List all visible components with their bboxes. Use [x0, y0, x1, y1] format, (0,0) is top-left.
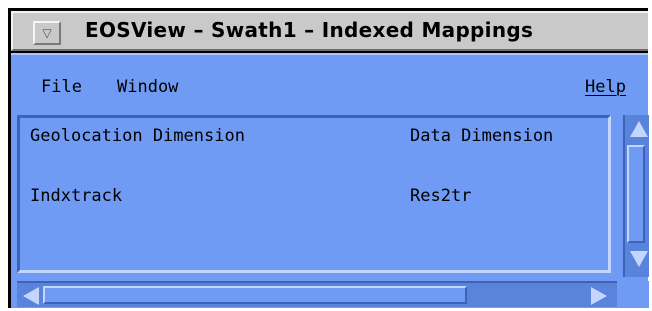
- scrollbar-corner: [617, 281, 649, 308]
- table-cell-data[interactable]: Res2tr: [410, 186, 471, 206]
- vertical-scroll-thumb[interactable]: [627, 145, 645, 243]
- menu-bar: File Window Help: [11, 53, 648, 113]
- menu-window[interactable]: Window: [117, 77, 178, 97]
- menu-help[interactable]: Help: [585, 77, 626, 97]
- horizontal-scrollbar[interactable]: [17, 281, 617, 307]
- column-header-geolocation-dimension: Geolocation Dimension: [30, 126, 245, 146]
- title-bar[interactable]: ▽ EOSView – Swath1 – Indexed Mappings: [11, 11, 648, 51]
- mappings-list[interactable]: Geolocation Dimension Data Dimension Ind…: [17, 115, 611, 273]
- menu-file[interactable]: File: [41, 77, 82, 97]
- client-area: File Window Help Geolocation Dimension D…: [11, 53, 649, 308]
- horizontal-scroll-thumb[interactable]: [43, 286, 467, 304]
- up-arrow-icon[interactable]: [630, 121, 648, 137]
- down-triangle-icon: ▽: [42, 26, 52, 40]
- right-arrow-icon[interactable]: [591, 287, 607, 305]
- window-title: EOSView – Swath1 – Indexed Mappings: [85, 18, 534, 42]
- table-cell-geolocation[interactable]: Indxtrack: [30, 186, 122, 206]
- vertical-scrollbar[interactable]: [623, 115, 649, 277]
- window-menu-button[interactable]: ▽: [33, 21, 61, 45]
- application-window: ▽ EOSView – Swath1 – Indexed Mappings Fi…: [8, 8, 649, 308]
- column-header-data-dimension: Data Dimension: [410, 126, 554, 146]
- down-arrow-icon[interactable]: [630, 251, 648, 267]
- left-arrow-icon[interactable]: [23, 287, 39, 305]
